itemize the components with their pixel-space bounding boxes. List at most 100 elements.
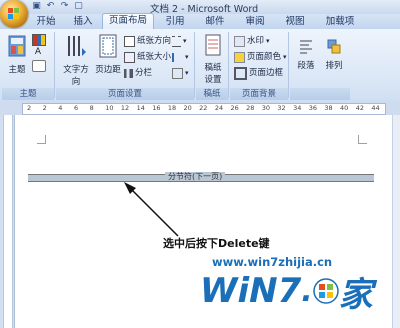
redo-icon[interactable]: ↷	[59, 1, 70, 12]
watermark-label: 水印	[247, 36, 265, 46]
group-label-manuscript: 稿纸	[196, 88, 228, 100]
open-icon[interactable]: ▢	[73, 1, 84, 12]
undo-icon[interactable]: ↶	[45, 1, 56, 12]
page-corner-mark	[358, 135, 367, 144]
save-icon[interactable]: ▣	[31, 1, 42, 12]
ruler-number: 30	[261, 104, 271, 112]
ruler-number: 32	[277, 104, 286, 112]
hyphenation-button[interactable]: ▾	[172, 68, 189, 79]
dropdown-arrow-icon: ▾	[266, 37, 270, 45]
tab-references[interactable]: 引用	[158, 14, 192, 29]
group-label-page-background: 页面背景	[230, 88, 288, 100]
ruler-number: 10	[105, 104, 114, 112]
themes-label: 主题	[8, 65, 26, 75]
columns-label: 分栏	[135, 68, 153, 78]
tab-page-layout[interactable]: 页面布局	[102, 13, 154, 29]
ruler-number: 12	[120, 104, 130, 112]
quick-access-toolbar: ▣ ↶ ↷ ▢	[31, 1, 84, 13]
page-border-icon	[234, 67, 247, 80]
ruler-number: 36	[308, 104, 318, 112]
tab-insert[interactable]: 插入	[66, 14, 100, 29]
columns-button[interactable]: 分栏	[124, 68, 152, 79]
ruler-number: 2	[42, 104, 47, 112]
group-separator	[288, 32, 289, 98]
tab-home[interactable]: 开始	[28, 14, 64, 29]
margins-icon	[99, 34, 117, 58]
orientation-label: 纸张方向	[137, 36, 172, 46]
dropdown-arrow-icon: ▾	[185, 69, 189, 77]
arrange-label: 排列	[325, 61, 343, 71]
theme-effects-icon[interactable]	[32, 60, 46, 72]
ruler-number: 6	[73, 104, 79, 112]
manuscript-settings-button[interactable]: 稿纸 设置	[200, 34, 226, 85]
ruler-number: 24	[214, 104, 224, 112]
horizontal-ruler[interactable]: 2 2 4 6 8 10 12 14 16 18 20 22 24 26 28 30 32 34 36 38 40 42 4…	[22, 103, 386, 115]
theme-colors-icon[interactable]	[32, 34, 46, 46]
text-direction-button[interactable]: 文字方向	[60, 34, 92, 87]
size-label: 纸张大小	[137, 52, 172, 62]
arrange-icon	[327, 39, 341, 54]
theme-fonts-icon[interactable]: A	[32, 47, 44, 57]
group-separator	[194, 32, 195, 98]
paragraph-icon	[300, 40, 312, 54]
page-color-label: 页面颜色	[247, 52, 282, 62]
tab-view[interactable]: 视图	[278, 14, 312, 29]
ruler-number: 22	[199, 104, 208, 112]
ruler-number: 34	[293, 104, 302, 112]
group-separator	[54, 32, 55, 98]
office-button[interactable]	[0, 0, 28, 28]
manuscript-label-1: 稿纸	[204, 63, 222, 73]
margins-label: 页边距	[95, 65, 121, 75]
dropdown-arrow-icon: ▾	[185, 53, 189, 61]
ruler-number: 14	[136, 104, 145, 112]
dropdown-arrow-icon: ▾	[183, 37, 187, 45]
ruler-number: 28	[246, 104, 255, 112]
page-border-label: 页面边框	[249, 68, 284, 78]
paragraph-button[interactable]: 段落	[294, 38, 318, 71]
themes-icon	[8, 35, 26, 57]
line-numbers-icon	[172, 53, 183, 62]
tab-review[interactable]: 审阅	[238, 14, 272, 29]
arrange-button[interactable]: 排列	[322, 38, 346, 71]
manuscript-icon	[205, 34, 221, 56]
text-direction-icon	[68, 36, 86, 56]
office-logo-icon	[8, 8, 19, 19]
ruler-number: 2	[27, 104, 32, 112]
tab-mailings[interactable]: 邮件	[198, 14, 232, 29]
windows-flag-icon	[312, 278, 339, 304]
group-label-theme: 主题	[2, 88, 54, 100]
orientation-button[interactable]: 纸张方向	[124, 36, 171, 47]
page-border-button[interactable]: 页面边框	[234, 67, 284, 80]
margins-button[interactable]: 页边距	[94, 34, 122, 75]
themes-button[interactable]: 主题	[6, 34, 28, 75]
instruction-text: 选中后按下Delete键	[163, 237, 270, 250]
watermark-url: www.win7zhijia.cn	[212, 255, 333, 269]
dropdown-arrow-icon: ▾	[283, 53, 287, 61]
page-color-button[interactable]: 页面颜色 ▾	[234, 52, 287, 63]
paragraph-label: 段落	[297, 61, 315, 71]
vertical-ruler[interactable]	[3, 115, 13, 328]
watermark-suffix: 家	[338, 274, 373, 315]
hyphenation-icon	[172, 68, 183, 79]
ruler-number: 4	[58, 104, 63, 112]
tab-add-ins[interactable]: 加载项	[318, 14, 362, 29]
line-numbers-button[interactable]: ▾	[172, 52, 189, 63]
columns-icon	[124, 69, 133, 78]
breaks-button[interactable]: ▾	[172, 36, 187, 47]
ruler-number: 16	[152, 104, 161, 112]
page-corner-mark	[37, 135, 46, 144]
size-icon	[124, 52, 135, 63]
page-color-icon	[234, 52, 245, 63]
size-button[interactable]: 纸张大小	[124, 52, 171, 63]
breaks-icon	[172, 36, 181, 47]
watermark-icon	[234, 36, 245, 47]
watermark-button[interactable]: 水印 ▾	[234, 36, 270, 47]
group-label-paragraph	[290, 88, 350, 100]
ruler-number: 8	[89, 104, 94, 112]
vertical-scrollbar[interactable]	[392, 115, 400, 328]
ruler-number: 26	[230, 104, 239, 112]
ruler-number: 44	[371, 104, 380, 112]
ruler-number: 42	[355, 104, 364, 112]
manuscript-label-2: 设置	[204, 75, 222, 85]
arrow-annotation	[124, 182, 179, 237]
